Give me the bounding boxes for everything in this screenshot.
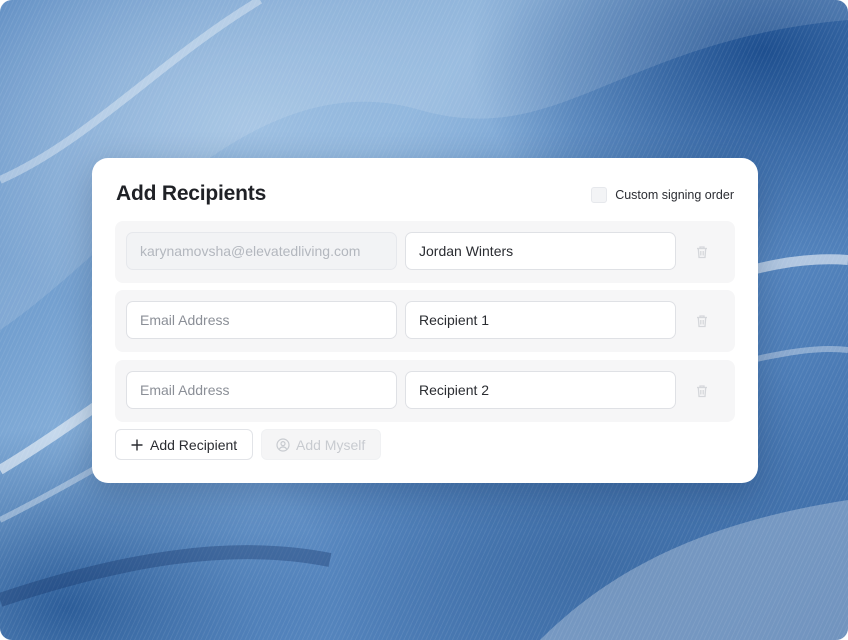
plus-icon	[130, 438, 144, 452]
add-myself-button[interactable]: Add Myself	[261, 429, 381, 460]
custom-signing-order-toggle[interactable]: Custom signing order	[591, 187, 734, 203]
add-recipient-button[interactable]: Add Recipient	[115, 429, 253, 460]
trash-icon[interactable]	[694, 244, 710, 260]
add-myself-label: Add Myself	[296, 436, 366, 453]
recipient-email-input[interactable]	[126, 301, 397, 339]
signing-order-label: Custom signing order	[615, 188, 734, 202]
add-recipient-label: Add Recipient	[150, 436, 238, 453]
recipient-row	[115, 221, 735, 283]
recipient-email-input	[126, 232, 397, 270]
signing-order-checkbox[interactable]	[591, 187, 608, 203]
trash-icon[interactable]	[694, 313, 710, 329]
recipient-actions: Add Recipient Add Myself	[115, 429, 381, 460]
recipient-name-input[interactable]	[405, 301, 676, 339]
dialog-title: Add Recipients	[116, 182, 267, 205]
recipient-row	[115, 360, 735, 422]
add-recipients-dialog: Add Recipients Custom signing order kary…	[92, 158, 758, 483]
recipient-name-input[interactable]	[405, 232, 676, 270]
trash-icon[interactable]	[694, 383, 710, 399]
user-circle-icon	[276, 437, 290, 452]
wallpaper-background: Add Recipients Custom signing order kary…	[0, 0, 848, 640]
recipient-email-input[interactable]	[126, 371, 397, 409]
recipient-row	[115, 290, 735, 352]
recipient-name-input[interactable]	[405, 371, 676, 409]
